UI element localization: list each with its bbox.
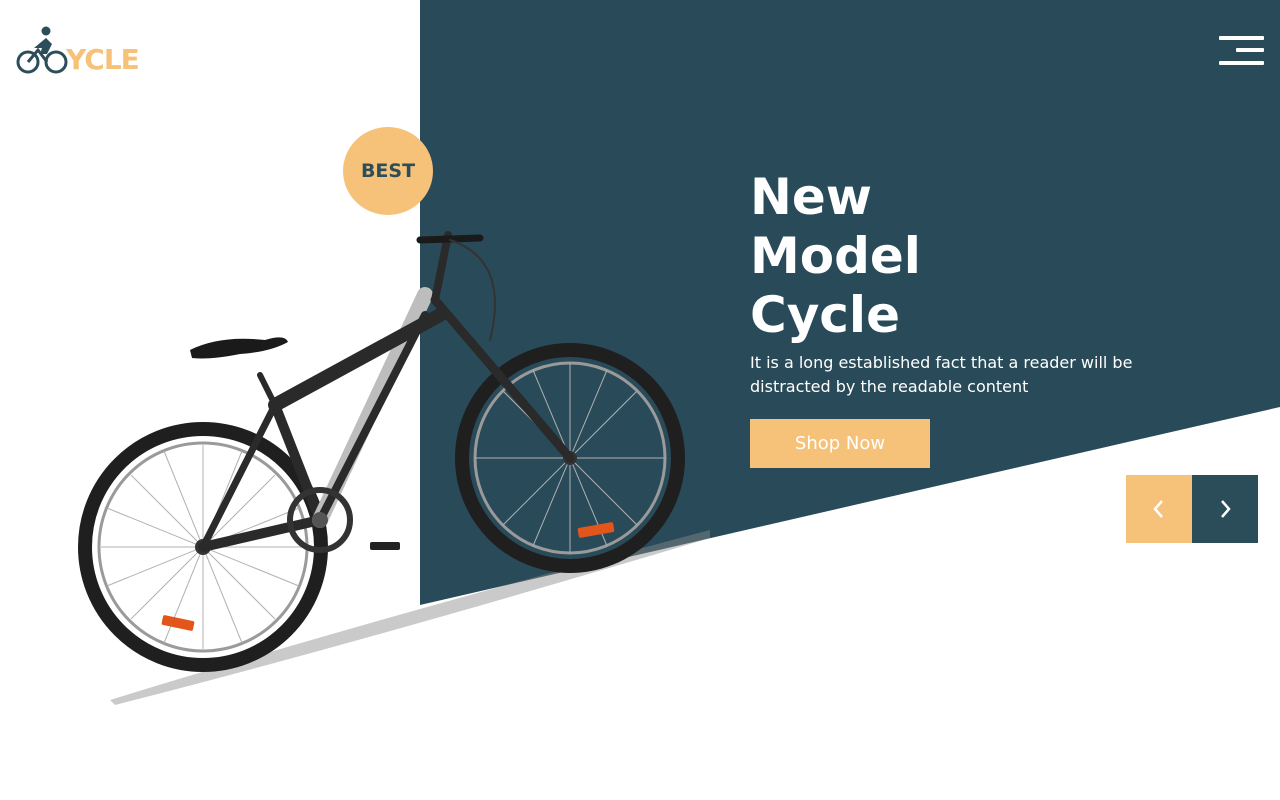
best-badge: BEST: [343, 127, 433, 215]
slider-next-button[interactable]: [1192, 475, 1258, 543]
hero-title: New Model Cycle: [750, 168, 1170, 345]
hero-description: It is a long established fact that a rea…: [750, 353, 1133, 396]
shop-now-button[interactable]: Shop Now: [750, 419, 930, 468]
logo-text: YCLE: [66, 43, 140, 76]
chevron-left-icon: [1153, 500, 1163, 518]
hero-title-line: New: [750, 168, 872, 226]
mountain-bike-image: [78, 231, 710, 705]
hamburger-menu-icon[interactable]: [1216, 34, 1266, 68]
hero-title-line: Cycle: [750, 286, 900, 344]
chevron-right-icon: [1221, 500, 1231, 518]
slider-prev-button[interactable]: [1126, 475, 1192, 543]
cyclist-logo-icon: [16, 26, 68, 74]
hero-title-line: Model: [750, 227, 921, 285]
logo[interactable]: YCLE: [16, 24, 146, 74]
